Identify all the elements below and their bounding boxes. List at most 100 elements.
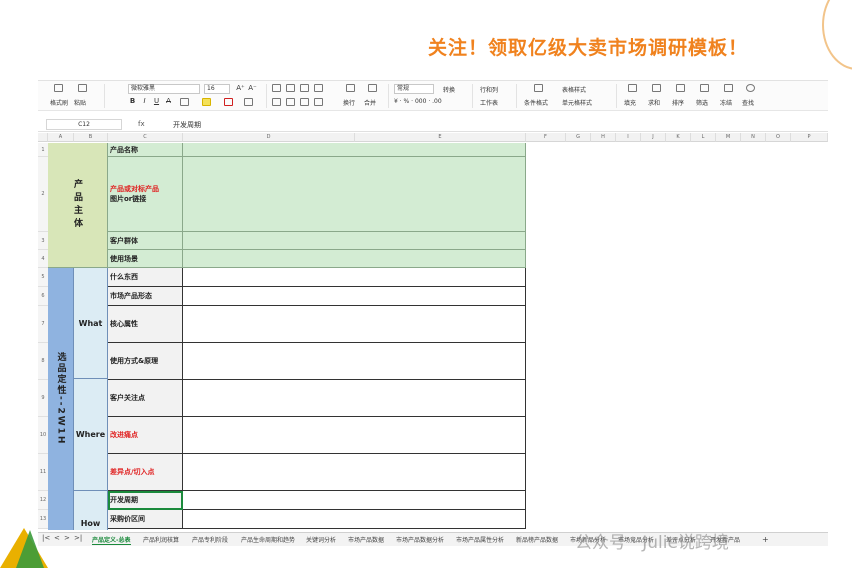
cell-product-image[interactable]: 产品或对标产品 图片or链接 (108, 157, 183, 232)
column-header[interactable]: F (526, 133, 566, 142)
column-header[interactable]: E (355, 133, 526, 142)
eraser-icon[interactable] (244, 98, 253, 106)
wrap-text-icon[interactable] (346, 84, 355, 92)
conditional-format-button[interactable]: 条件格式 (524, 98, 548, 107)
bold-button[interactable]: B (128, 97, 137, 106)
row-header[interactable]: 5 (38, 268, 48, 287)
sheet-tab[interactable]: 市场产品数据 (348, 535, 384, 544)
column-header[interactable]: D (183, 133, 355, 142)
cell-market-form[interactable]: 市场产品形态 (108, 287, 183, 306)
borders-icon[interactable] (180, 98, 189, 106)
row-header[interactable]: 7 (38, 306, 48, 343)
merge-icon[interactable] (368, 84, 377, 92)
sheet-tab[interactable]: 新品榜产品数据 (516, 535, 558, 544)
font-color-icon[interactable] (224, 98, 233, 106)
where-label[interactable]: Where (74, 379, 108, 491)
column-header[interactable]: G (566, 133, 591, 142)
cell-differentiation[interactable]: 差异点/切入点 (108, 454, 183, 491)
cell-product-image-value[interactable] (183, 157, 526, 232)
sheet-tab[interactable]: 产品专利阶段 (192, 535, 228, 544)
align-top-icon[interactable] (272, 84, 281, 92)
tab-product-definition[interactable]: 产品定义-总表 (92, 535, 131, 545)
last-sheet-icon[interactable]: >| (74, 534, 82, 542)
cell-use-scenario-value[interactable] (183, 250, 526, 268)
column-header[interactable]: L (691, 133, 716, 142)
conditional-format-icon[interactable] (534, 84, 543, 92)
what-label[interactable]: What (74, 268, 108, 379)
cell-core-attribute-value[interactable] (183, 306, 526, 343)
positioning-label[interactable]: 选品定性--2W1H (48, 268, 74, 530)
column-header[interactable]: P (791, 133, 828, 142)
sheet-tab[interactable]: 市场产品数据分析 (396, 535, 444, 544)
cell-product-name[interactable]: 产品名称 (108, 143, 183, 157)
fx-icon[interactable]: fx (138, 120, 145, 128)
wrap-text-button[interactable]: 换行 (343, 98, 355, 107)
align-left-icon[interactable] (272, 98, 281, 106)
italic-button[interactable]: I (140, 97, 149, 106)
column-header[interactable]: I (616, 133, 641, 142)
column-header[interactable]: O (766, 133, 791, 142)
format-painter-icon[interactable] (54, 84, 63, 92)
sheet-tab[interactable]: 市场产品属性分析 (456, 535, 504, 544)
convert-button[interactable]: 转换 (443, 85, 455, 94)
cell-dev-cycle-selected[interactable]: 开发周期 (108, 491, 183, 510)
font-size-select[interactable]: 16 (204, 84, 230, 94)
cell-product-name-value[interactable] (183, 143, 526, 157)
column-header[interactable]: A (48, 133, 74, 142)
find-icon[interactable] (746, 84, 755, 92)
format-painter-button[interactable]: 格式刷 (50, 98, 68, 107)
cell-what-is-it[interactable]: 什么东西 (108, 268, 183, 287)
sort-icon[interactable] (676, 84, 685, 92)
freeze-icon[interactable] (724, 84, 733, 92)
justify-icon[interactable] (314, 98, 323, 106)
cell-dev-cycle-value[interactable] (183, 491, 526, 510)
row-header[interactable]: 8 (38, 343, 48, 380)
row-header[interactable]: 10 (38, 417, 48, 454)
cell-pain-points[interactable]: 改进痛点 (108, 417, 183, 454)
column-header[interactable]: B (74, 133, 108, 142)
row-header[interactable]: 12 (38, 491, 48, 510)
sum-icon[interactable] (652, 84, 661, 92)
worksheet-button[interactable]: 工作表 (480, 98, 498, 107)
column-header[interactable]: H (591, 133, 616, 142)
cell-use-scenario[interactable]: 使用场景 (108, 250, 183, 268)
column-header[interactable]: N (741, 133, 766, 142)
fill-button[interactable]: 填充 (624, 98, 636, 107)
product-main-label[interactable]: 产品主体 (48, 143, 108, 268)
sheet-tab[interactable]: 产品利润核算 (143, 535, 179, 544)
cell-customer-focus[interactable]: 客户关注点 (108, 380, 183, 417)
how-label[interactable]: How (74, 491, 108, 530)
sum-button[interactable]: 求和 (648, 98, 660, 107)
select-all-corner[interactable] (38, 133, 48, 142)
number-format-select[interactable]: 常规 (394, 84, 434, 94)
cell-style-button[interactable]: 单元格样式 (562, 98, 592, 107)
column-header[interactable]: C (108, 133, 183, 142)
cell-pain-points-value[interactable] (183, 417, 526, 454)
sheet-tab[interactable]: 产品生命周期和趋势 (241, 535, 295, 544)
freeze-button[interactable]: 冻结 (720, 98, 732, 107)
fill-color-icon[interactable] (202, 98, 211, 106)
cell-market-form-value[interactable] (183, 287, 526, 306)
cell-purchase-price[interactable]: 采购价区间 (108, 510, 183, 529)
column-header[interactable]: K (666, 133, 691, 142)
cell-core-attribute[interactable]: 核心属性 (108, 306, 183, 343)
formula-input[interactable]: 开发周期 (173, 120, 201, 130)
cell-customer-focus-value[interactable] (183, 380, 526, 417)
prev-sheet-icon[interactable]: < (54, 534, 60, 542)
table-style-button[interactable]: 表格样式 (562, 85, 586, 94)
cell-purchase-price-value[interactable] (183, 510, 526, 529)
align-middle-icon[interactable] (286, 84, 295, 92)
row-header[interactable]: 3 (38, 232, 48, 250)
strikethrough-button[interactable]: A (164, 97, 173, 106)
fill-icon[interactable] (628, 84, 637, 92)
add-sheet-icon[interactable]: + (762, 535, 769, 544)
merge-button[interactable]: 合并 (364, 98, 376, 107)
sort-button[interactable]: 排序 (672, 98, 684, 107)
cell-differentiation-value[interactable] (183, 454, 526, 491)
filter-button[interactable]: 筛选 (696, 98, 708, 107)
row-header[interactable]: 6 (38, 287, 48, 306)
column-header[interactable]: M (716, 133, 741, 142)
paste-icon[interactable] (78, 84, 87, 92)
cell-usage-principle-value[interactable] (183, 343, 526, 380)
row-header[interactable]: 9 (38, 380, 48, 417)
